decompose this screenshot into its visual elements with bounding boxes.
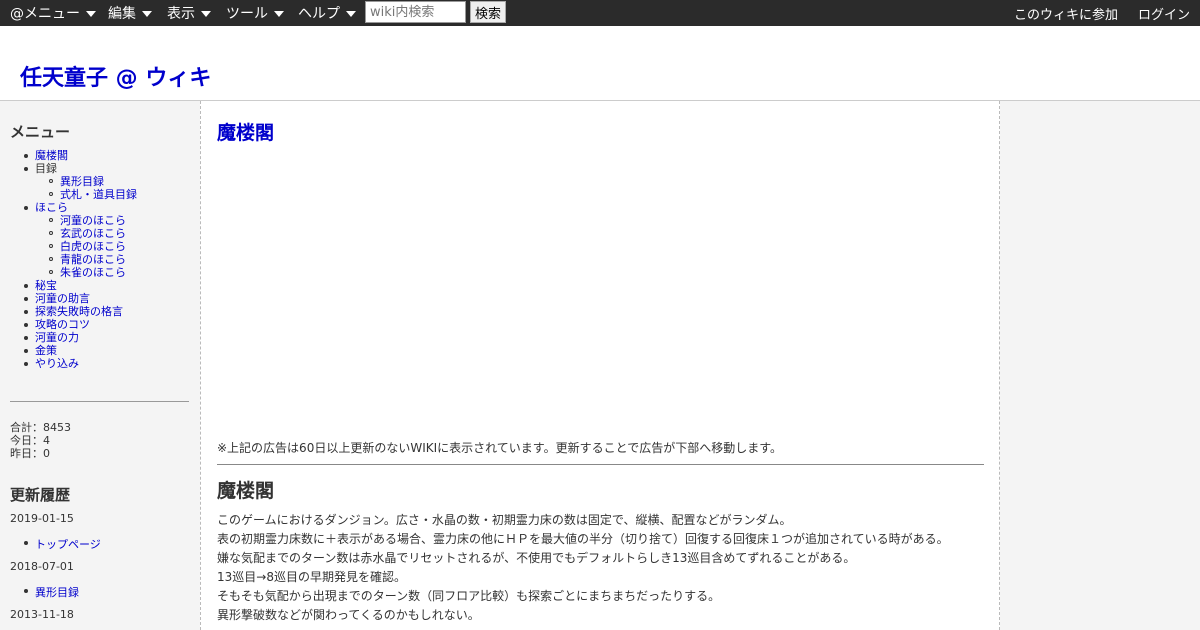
join-wiki-link[interactable]: このウィキに参加 bbox=[1014, 0, 1118, 26]
sidebar-item-igyou-catalog[interactable]: 異形目録 bbox=[60, 175, 104, 188]
sidebar-item-makurou[interactable]: 魔楼閣 bbox=[35, 149, 68, 162]
ad-notice: ※上記の広告は60日以上更新のないWIKIに表示されています。更新することで広告… bbox=[217, 441, 783, 455]
right-sidebar bbox=[1000, 101, 1200, 630]
site-title[interactable]: 任天童子 @ ウィキ bbox=[20, 60, 211, 92]
sidebar-item-hihou[interactable]: 秘宝 bbox=[35, 279, 57, 292]
sidebar-item-byakko-hokora[interactable]: 白虎のほこら bbox=[60, 240, 126, 253]
list-item: 攻略のコツ bbox=[24, 318, 137, 331]
login-link[interactable]: ログイン bbox=[1138, 0, 1190, 26]
counter-total: 合計：8453 bbox=[10, 421, 71, 434]
wiki-search-input[interactable] bbox=[365, 1, 466, 23]
chevron-down-icon bbox=[201, 11, 211, 17]
sidebar-menu-list: 魔楼閣 目録 異形目録 式札・道具目録 ほこら 河童のほこら 玄武のほこら 白虎… bbox=[24, 149, 137, 370]
chevron-down-icon bbox=[274, 11, 284, 17]
chevron-down-icon bbox=[142, 11, 152, 17]
page-title[interactable]: 魔楼閣 bbox=[217, 118, 274, 145]
list-item: 式札・道具目録 bbox=[49, 188, 137, 201]
list-item: 河童のほこら bbox=[49, 214, 137, 227]
paragraph: 異形撃破数などが関わってくるのかもしれない。 bbox=[217, 608, 480, 622]
sidebar-item-yarikomi[interactable]: やり込み bbox=[35, 357, 79, 370]
main-content: 魔楼閣 ※上記の広告は60日以上更新のないWIKIに表示されています。更新するこ… bbox=[200, 101, 1000, 630]
list-item: やり込み bbox=[24, 357, 137, 370]
paragraph: 嫌な気配までのターン数は赤水晶でリセットされるが、不使用でもデフォルトらしき13… bbox=[217, 551, 856, 565]
paragraph: このゲームにおけるダンジョン。広さ・水晶の数・初期霊力床の数は固定で、縦横、配置… bbox=[217, 513, 792, 527]
paragraph: 表の初期霊力床数に＋表示がある場合、霊力床の他にＨＰを最大値の半分（切り捨て）回… bbox=[217, 532, 949, 546]
content-divider bbox=[217, 464, 984, 465]
counter-yesterday: 昨日：0 bbox=[10, 447, 50, 460]
menu-heading: メニュー bbox=[10, 123, 71, 141]
list-item: 玄武のほこら bbox=[49, 227, 137, 240]
sidebar-item-tips[interactable]: 攻略のコツ bbox=[35, 318, 90, 331]
history-date: 2018-07-01 bbox=[10, 560, 74, 573]
history-page-link[interactable]: 異形目録 bbox=[24, 584, 79, 600]
section-heading: 魔楼閣 bbox=[217, 480, 275, 502]
sidebar-item-failure-maxims[interactable]: 探索失敗時の格言 bbox=[35, 305, 123, 318]
left-sidebar: メニュー 魔楼閣 目録 異形目録 式札・道具目録 ほこら 河童のほこら 玄武のほ… bbox=[0, 101, 200, 630]
history-date: 2013-11-18 bbox=[10, 608, 74, 621]
list-item: 青龍のほこら bbox=[49, 253, 137, 266]
sidebar-submenu: 異形目録 式札・道具目録 bbox=[35, 175, 137, 201]
sidebar-item-kappa-power[interactable]: 河童の力 bbox=[35, 331, 79, 344]
sidebar-divider bbox=[10, 401, 189, 402]
access-counter: 合計：8453 今日：4 昨日：0 bbox=[10, 421, 71, 460]
list-item: 魔楼閣 bbox=[24, 149, 137, 162]
sidebar-item-kappa-hokora[interactable]: 河童のほこら bbox=[60, 214, 126, 227]
list-item: 白虎のほこら bbox=[49, 240, 137, 253]
edit-menu-label: 編集 bbox=[108, 6, 136, 22]
list-item: 朱雀のほこら bbox=[49, 266, 137, 279]
help-menu-dropdown[interactable]: ヘルプ bbox=[298, 0, 356, 26]
article-body: このゲームにおけるダンジョン。広さ・水晶の数・初期霊力床の数は固定で、縦横、配置… bbox=[217, 511, 949, 625]
tools-menu-label: ツール bbox=[226, 6, 268, 22]
top-navigation-bar: @メニュー 編集 表示 ツール ヘルプ 検索 このウィキに参加 ログイン bbox=[0, 0, 1200, 26]
list-item: 目録 異形目録 式札・道具目録 bbox=[24, 162, 137, 201]
list-item: 河童の力 bbox=[24, 331, 137, 344]
chevron-down-icon bbox=[86, 11, 96, 17]
at-menu-dropdown[interactable]: @メニュー bbox=[10, 0, 96, 26]
list-item: 河童の助言 bbox=[24, 292, 137, 305]
chevron-down-icon bbox=[346, 11, 356, 17]
sidebar-item-suzaku-hokora[interactable]: 朱雀のほこら bbox=[60, 266, 126, 279]
counter-today: 今日：4 bbox=[10, 434, 50, 447]
sidebar-submenu: 河童のほこら 玄武のほこら 白虎のほこら 青龍のほこら 朱雀のほこら bbox=[35, 214, 137, 279]
edit-menu-dropdown[interactable]: 編集 bbox=[108, 0, 152, 26]
sidebar-item-genbu-hokora[interactable]: 玄武のほこら bbox=[60, 227, 126, 240]
sidebar-item-money[interactable]: 金策 bbox=[35, 344, 57, 357]
ad-space bbox=[217, 151, 984, 431]
history-heading: 更新履歴 bbox=[10, 486, 71, 504]
view-menu-dropdown[interactable]: 表示 bbox=[167, 0, 211, 26]
at-menu-label: @メニュー bbox=[10, 6, 80, 22]
list-item: 秘宝 bbox=[24, 279, 137, 292]
view-menu-label: 表示 bbox=[167, 6, 195, 22]
list-item: 探索失敗時の格言 bbox=[24, 305, 137, 318]
list-item: 金策 bbox=[24, 344, 137, 357]
sidebar-item-seiryu-hokora[interactable]: 青龍のほこら bbox=[60, 253, 126, 266]
paragraph: そもそも気配から出現までのターン数（同フロア比較）も探索ごとにまちまちだったりす… bbox=[217, 589, 721, 603]
sidebar-item-hokora[interactable]: ほこら bbox=[35, 201, 68, 214]
list-item: 異形目録 bbox=[49, 175, 137, 188]
sidebar-item-catalog: 目録 bbox=[35, 162, 57, 175]
history-page-link[interactable]: トップページ bbox=[24, 536, 101, 552]
sidebar-item-shikifuda-catalog[interactable]: 式札・道具目録 bbox=[60, 188, 137, 201]
help-menu-label: ヘルプ bbox=[298, 6, 340, 22]
paragraph: 13巡目→8巡目の早期発見を確認。 bbox=[217, 570, 406, 584]
tools-menu-dropdown[interactable]: ツール bbox=[226, 0, 284, 26]
sidebar-item-kappa-advice[interactable]: 河童の助言 bbox=[35, 292, 90, 305]
list-item: ほこら 河童のほこら 玄武のほこら 白虎のほこら 青龍のほこら 朱雀のほこら bbox=[24, 201, 137, 279]
search-button[interactable]: 検索 bbox=[470, 1, 506, 23]
history-date: 2019-01-15 bbox=[10, 512, 74, 525]
